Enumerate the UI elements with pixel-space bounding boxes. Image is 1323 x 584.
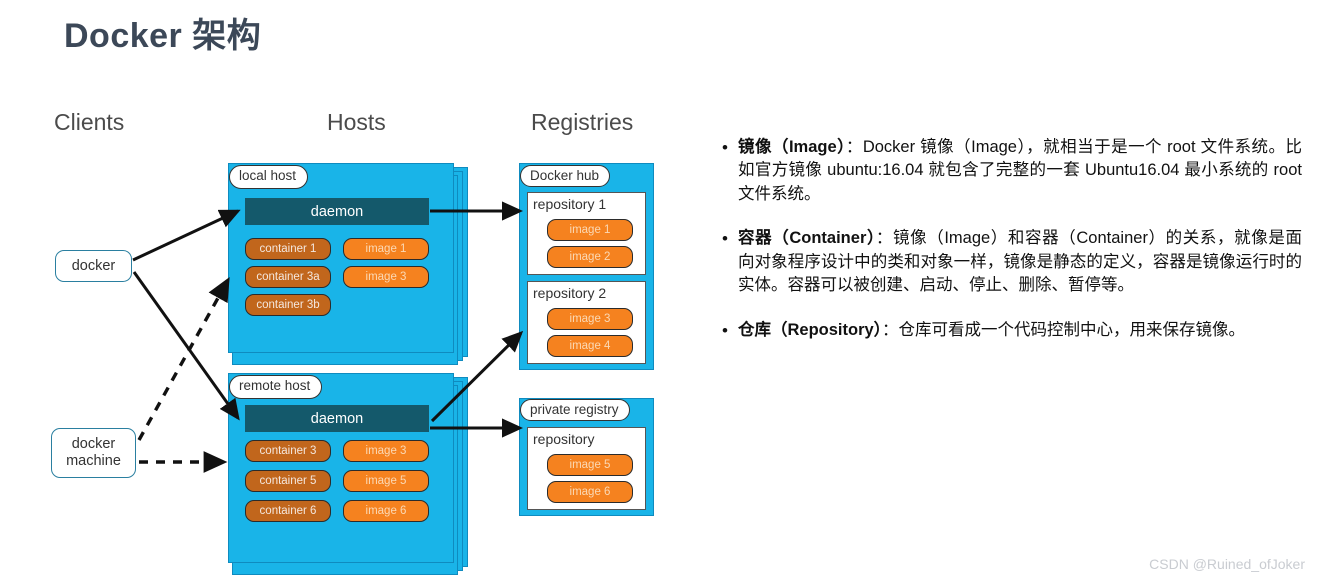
bullet-marker: • <box>722 320 728 340</box>
arrow-remote-daemon-to-docker-hub <box>430 330 524 423</box>
list-item: • 镜像（Image）：Docker 镜像（Image），就相当于是一个 roo… <box>722 136 1302 206</box>
list-item: • 容器（Container）：镜像（Image）和容器（Container）的… <box>722 227 1302 297</box>
bullet-term: 容器（Container） <box>738 229 876 248</box>
bullet-marker: • <box>722 229 728 249</box>
watermark: CSDN @Ruined_ofJoker <box>1149 556 1305 572</box>
docker-architecture-diagram: Clients Hosts Registries docker docker m… <box>0 95 700 584</box>
page-title: Docker 架构 <box>64 17 262 55</box>
bullet-description: ：仓库可看成一个代码控制中心，用来保存镜像。 <box>881 320 1245 339</box>
bullet-term: 镜像（Image） <box>738 138 846 156</box>
list-item: • 仓库（Repository）：仓库可看成一个代码控制中心，用来保存镜像。 <box>722 319 1302 343</box>
bullet-body: 容器（Container）：镜像（Image）和容器（Container）的关系… <box>738 227 1302 297</box>
bullet-body: 镜像（Image）：Docker 镜像（Image），就相当于是一个 root … <box>738 136 1302 206</box>
bullet-term: 仓库（Repository） <box>738 320 882 339</box>
arrow-docker-to-local-daemon <box>132 209 241 262</box>
diagram-arrows <box>132 201 524 473</box>
arrow-docker-to-remote-daemon <box>132 271 240 421</box>
bullet-marker: • <box>722 138 728 157</box>
description-list: • 镜像（Image）：Docker 镜像（Image），就相当于是一个 roo… <box>722 136 1302 364</box>
bullet-body: 仓库（Repository）：仓库可看成一个代码控制中心，用来保存镜像。 <box>738 319 1302 343</box>
arrow-docker-machine-to-local-host <box>137 277 230 441</box>
